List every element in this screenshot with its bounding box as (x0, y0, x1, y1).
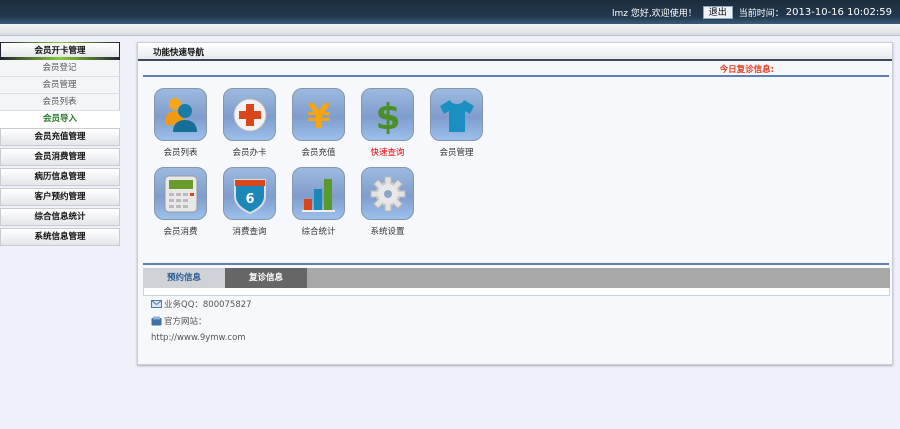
toolbar-band (0, 24, 900, 36)
calculator-icon (164, 175, 197, 212)
top-bar: lmz 您好,欢迎使用！ 退出 当前时间： 2013-10-16 10:02:5… (0, 0, 900, 24)
sidebar-group-card[interactable]: 会员开卡管理 (0, 42, 120, 60)
bar-chart-icon (301, 178, 335, 212)
tshirt-icon (439, 99, 474, 132)
logout-button[interactable]: 退出 (702, 6, 733, 19)
tab-followups[interactable]: 复诊信息 (225, 268, 307, 288)
sidebar-group-statistics[interactable]: 综合信息统计 (0, 208, 120, 226)
icon-consume[interactable]: 会员消费 (154, 167, 207, 237)
icon-label: 快速查询 (370, 148, 405, 158)
svg-text:¥: ¥ (307, 97, 331, 134)
yen-icon: ¥ (307, 97, 331, 134)
sidebar-group-system[interactable]: 系统信息管理 (0, 228, 120, 246)
time-label: 当前时间： (738, 9, 784, 19)
sidebar-item-import[interactable]: 会员导入 (0, 111, 120, 128)
followup-notice: 今日复诊信息: (719, 65, 774, 75)
user-info: lmz 您好,欢迎使用！ 退出 当前时间： 2013-10-16 10:02:5… (612, 6, 892, 19)
qq-text: 业务QQ：800075827 (164, 300, 252, 310)
current-time: 2013-10-16 10:02:59 (785, 7, 892, 18)
site-label: 官方网站： (164, 317, 207, 327)
icon-settings[interactable]: 系统设置 (361, 167, 414, 237)
contact-qq: 业务QQ：800075827 (151, 298, 252, 310)
site-url[interactable]: http://www.9ymw.com (151, 333, 246, 343)
svg-text:6: 6 (245, 192, 254, 207)
sidebar-item-register[interactable]: 会员登记 (0, 60, 120, 77)
icon-label: 综合统计 (301, 227, 336, 237)
svg-text:$: $ (375, 97, 400, 134)
add-card-icon (233, 98, 266, 131)
icon-recharge[interactable]: ¥ 会员充值 (292, 88, 345, 158)
greeting: lmz 您好,欢迎使用！ (612, 9, 697, 19)
icon-consume-query[interactable]: 6 消费查询 (223, 167, 276, 237)
sidebar-group-appointments[interactable]: 客户预约管理 (0, 188, 120, 206)
divider (143, 75, 889, 77)
icon-statistics[interactable]: 综合统计 (292, 167, 345, 237)
icon-label: 会员列表 (163, 148, 198, 158)
icon-label: 会员消费 (163, 227, 198, 237)
icon-member-list[interactable]: 会员列表 (154, 88, 207, 158)
icon-add-card[interactable]: 会员办卡 (223, 88, 276, 158)
members-icon (164, 97, 197, 132)
icon-label: 消费查询 (232, 227, 267, 237)
gear-icon (370, 176, 405, 211)
icon-quick-query[interactable]: $ 快速查询 (361, 88, 414, 158)
sidebar-group-records[interactable]: 病历信息管理 (0, 168, 120, 186)
phone-icon (151, 316, 162, 326)
dollar-icon: $ (375, 97, 400, 134)
mail-icon (151, 300, 162, 308)
icon-label: 会员办卡 (232, 148, 267, 158)
divider (143, 263, 889, 265)
icon-label: 会员管理 (439, 148, 474, 158)
main-panel: 功能快速导航 今日复诊信息: 会员列表 会员办卡 ¥ 会员充值 $ 快速查询 会… (137, 42, 893, 365)
icon-label: 系统设置 (370, 227, 405, 237)
badge-icon: 6 (233, 178, 266, 214)
info-tabs: 预约信息 复诊信息 (143, 268, 890, 288)
tab-content (143, 288, 890, 296)
icon-member-manage[interactable]: 会员管理 (430, 88, 483, 158)
icon-label: 会员充值 (301, 148, 336, 158)
sidebar-item-manage[interactable]: 会员管理 (0, 77, 120, 94)
tab-appointments[interactable]: 预约信息 (143, 268, 225, 288)
sidebar-group-consume[interactable]: 会员消费管理 (0, 148, 120, 166)
sidebar-group-recharge[interactable]: 会员充值管理 (0, 128, 120, 146)
sidebar: 会员开卡管理 会员登记 会员管理 会员列表 会员导入 会员充值管理 会员消费管理… (0, 42, 120, 248)
panel-title: 功能快速导航 (138, 43, 892, 61)
sidebar-item-list[interactable]: 会员列表 (0, 94, 120, 111)
contact-site: 官方网站： (151, 315, 207, 327)
